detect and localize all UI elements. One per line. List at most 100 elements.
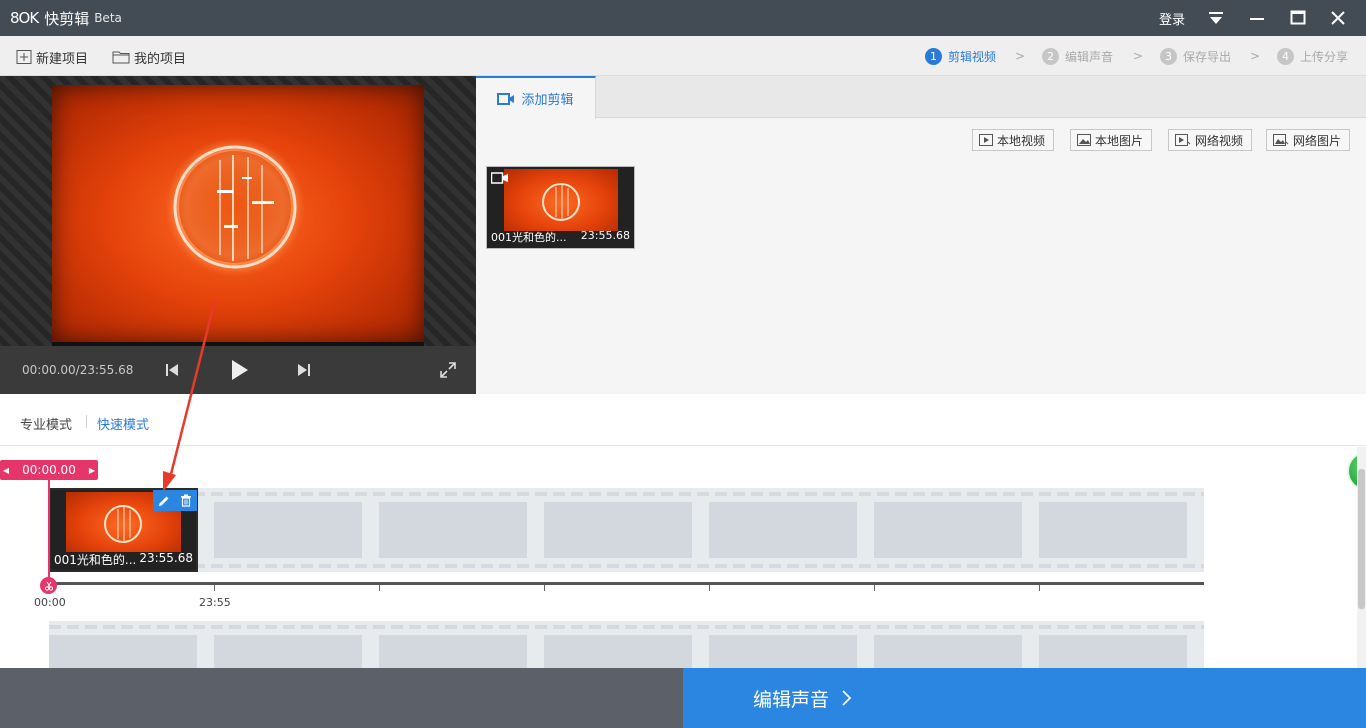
toolbar: 新建项目 我的项目 1 剪辑视频 > 2 编辑声音 > 3 保存导出 > 4 上… — [0, 36, 1366, 76]
media-tab-bar: 添加剪辑 — [476, 76, 1366, 119]
video-frame — [52, 85, 424, 342]
my-projects-button[interactable]: 我的项目 — [112, 48, 186, 67]
playback-timecode: 00:00.00/23:55.68 — [22, 363, 134, 377]
glowing-ring-image — [165, 137, 305, 277]
minimize-button[interactable] — [1239, 0, 1275, 36]
step-number: 3 — [1160, 47, 1177, 65]
media-clip-thumbnail[interactable]: 001光和色的... 23:55.68 — [486, 166, 635, 249]
pro-mode-tab[interactable]: 专业模式 — [20, 414, 72, 433]
local-video-button[interactable]: 本地视频 — [972, 129, 1055, 151]
empty-slot — [379, 502, 527, 558]
step-save-export[interactable]: 3 保存导出 — [1160, 47, 1231, 65]
menu-dropdown-button[interactable] — [1198, 0, 1234, 36]
local-image-label: 本地图片 — [1095, 133, 1144, 148]
timeline-clip[interactable]: 001光和色的... 23:55.68 — [49, 488, 198, 572]
ruler-tick — [379, 585, 380, 591]
thumbnail-ring-image — [542, 183, 580, 221]
logo-mark: 8OK — [10, 9, 39, 27]
app-beta-label: Beta — [94, 11, 122, 25]
trash-icon — [181, 494, 191, 507]
chevron-right-icon — [842, 690, 852, 706]
mode-divider — [86, 415, 87, 428]
web-video-button[interactable]: 网络视频 — [1168, 129, 1253, 151]
skip-back-icon — [166, 364, 178, 376]
web-image-label: 网络图片 — [1293, 133, 1342, 148]
step-forward-arrow[interactable]: ▶ — [86, 460, 98, 480]
app-name: 快剪辑 — [44, 9, 90, 28]
video-camera-icon — [491, 172, 508, 184]
audio-track[interactable] — [49, 621, 1204, 668]
next-step-label: 编辑声音 — [753, 688, 830, 711]
tab-add-clip[interactable]: 添加剪辑 — [476, 76, 596, 119]
video-track[interactable] — [49, 488, 1204, 572]
dropdown-menu-icon — [1209, 12, 1223, 24]
playhead-handle[interactable] — [40, 577, 57, 594]
close-icon — [1331, 11, 1345, 25]
ruler-tick — [709, 585, 710, 591]
ruler-label-start: 00:00 — [34, 596, 66, 609]
empty-slot — [874, 502, 1022, 558]
previous-frame-button[interactable] — [160, 358, 184, 382]
empty-slot — [49, 635, 197, 668]
delete-clip-button[interactable] — [175, 490, 197, 511]
new-project-label: 新建项目 — [36, 51, 89, 67]
web-image-button[interactable]: 网络图片 — [1266, 129, 1351, 151]
scrollbar-thumb[interactable] — [1358, 469, 1365, 609]
media-panel: 添加剪辑 本地视频 本地图片 网络视频 网络图片 001光和色的... 23:5… — [476, 76, 1366, 394]
bottom-bar: 编辑声音 — [0, 668, 1366, 728]
play-button[interactable] — [227, 358, 251, 382]
track-perforation-bottom — [49, 564, 1204, 568]
step-number: 4 — [1277, 47, 1294, 65]
local-image-button[interactable]: 本地图片 — [1070, 129, 1153, 151]
step-number: 2 — [1042, 47, 1059, 65]
empty-slot — [709, 502, 857, 558]
empty-slot — [214, 502, 362, 558]
step-edit-audio[interactable]: 2 编辑声音 — [1042, 47, 1113, 65]
clip-name: 001光和色的... — [491, 231, 567, 244]
local-video-label: 本地视频 — [997, 133, 1046, 148]
player-controls: 00:00.00/23:55.68 — [0, 346, 476, 394]
fullscreen-icon — [440, 362, 456, 378]
step-back-arrow[interactable]: ◀ — [0, 460, 12, 480]
video-camera-icon — [497, 92, 515, 105]
login-link[interactable]: 登录 — [1159, 9, 1185, 28]
playhead-timecode-badge: ◀ 00:00.00 ▶ — [0, 460, 98, 480]
timeline-clip-caption: 001光和色的... 23:55.68 — [51, 551, 196, 568]
play-icon — [232, 360, 248, 380]
video-file-icon — [979, 134, 993, 146]
maximize-icon — [1290, 10, 1306, 25]
playhead-time: 00:00.00 — [22, 463, 76, 477]
step-edit-video[interactable]: 1 剪辑视频 — [925, 47, 996, 65]
timeline-clip-name: 001光和色的... — [54, 553, 137, 567]
empty-slot — [379, 635, 527, 668]
next-frame-button[interactable] — [292, 358, 316, 382]
chevron-right-icon: > — [1250, 49, 1261, 63]
step-label: 上传分享 — [1300, 49, 1349, 64]
chevron-right-icon: > — [1133, 49, 1144, 63]
title-bar: 8OK 快剪辑 Beta 登录 — [0, 0, 1366, 36]
timeline-scrollbar[interactable] — [1357, 447, 1366, 668]
image-file-icon — [1077, 134, 1091, 146]
chevron-right-icon: > — [1015, 49, 1026, 63]
next-step-button[interactable]: 编辑声音 — [683, 668, 1366, 728]
tab-add-clip-label: 添加剪辑 — [521, 93, 574, 108]
quick-mode-tab[interactable]: 快速模式 — [97, 414, 149, 433]
app-logo: 8OK 快剪辑 Beta — [10, 8, 122, 28]
empty-slot — [214, 635, 362, 668]
empty-slot — [709, 635, 857, 668]
playhead-line[interactable] — [48, 480, 50, 580]
edit-clip-button[interactable] — [153, 490, 175, 511]
track-perforation-top — [49, 492, 1204, 496]
fullscreen-button[interactable] — [436, 358, 460, 382]
step-upload-share[interactable]: 4 上传分享 — [1277, 47, 1348, 65]
empty-slot — [1039, 635, 1187, 668]
maximize-button[interactable] — [1280, 0, 1316, 36]
edit-mode-switch: 专业模式 快速模式 — [0, 394, 1366, 446]
web-video-label: 网络视频 — [1195, 133, 1244, 148]
add-square-icon — [16, 50, 32, 64]
close-button[interactable] — [1320, 0, 1356, 36]
new-project-button[interactable]: 新建项目 — [16, 48, 89, 67]
pencil-icon — [159, 496, 169, 506]
clip-thumbnail-image — [504, 169, 618, 231]
step-number: 1 — [925, 47, 942, 65]
